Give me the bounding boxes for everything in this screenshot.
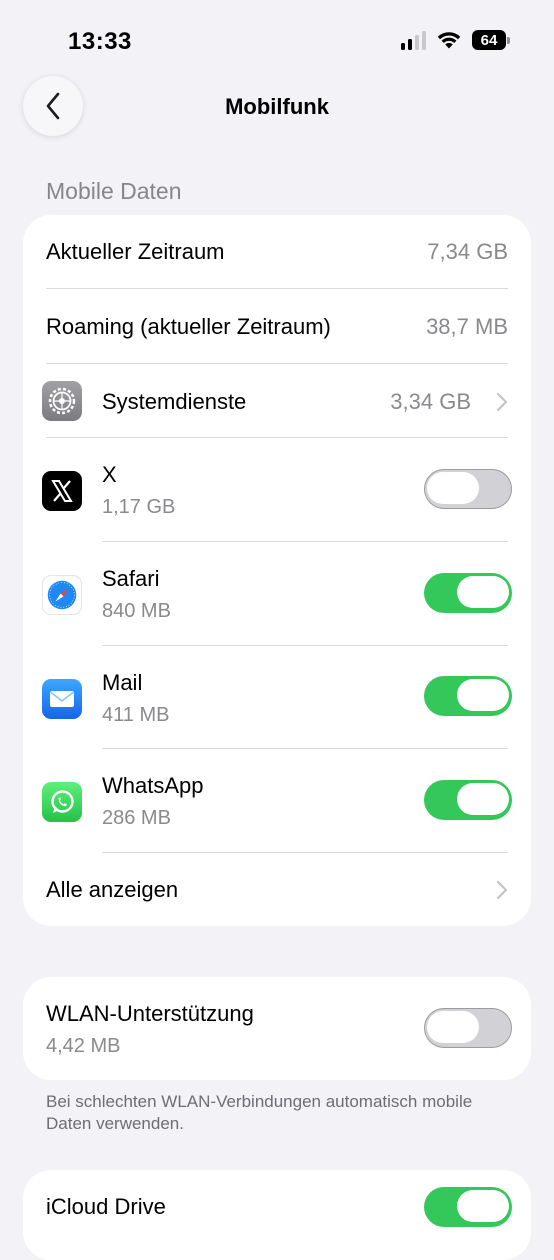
status-icons: 64 <box>401 30 510 50</box>
app-name: WhatsApp <box>102 773 204 798</box>
chevron-right-icon <box>496 880 508 900</box>
app-row-whatsapp: WhatsApp 286 MB <box>23 749 531 853</box>
status-time: 13:33 <box>68 28 132 55</box>
app-name: Safari <box>102 566 160 591</box>
roaming-row: Roaming (aktueller Zeitraum) 38,7 MB <box>23 289 531 364</box>
mail-app-icon <box>42 679 82 719</box>
current-period-value: 7,34 GB <box>427 239 508 264</box>
app-row-mail: Mail 411 MB <box>23 646 531 749</box>
app-row-x: X 1,17 GB <box>23 438 531 542</box>
nav-bar: Mobilfunk <box>0 70 554 142</box>
chevron-right-icon <box>496 392 508 412</box>
gear-icon <box>42 381 82 421</box>
whatsapp-app-icon <box>42 782 82 822</box>
app-row-safari: Safari 840 MB <box>23 542 531 646</box>
page-title: Mobilfunk <box>225 94 329 119</box>
app-usage: 840 MB <box>102 600 171 622</box>
app-name: Mail <box>102 670 143 695</box>
wifi-assist-label: WLAN-Unterstützung <box>46 1001 254 1026</box>
x-toggle[interactable] <box>424 469 512 509</box>
wifi-assist-row: WLAN-Unterstützung 4,42 MB <box>23 977 531 1080</box>
battery-level: 64 <box>472 30 506 50</box>
mobile-data-card: Aktueller Zeitraum 7,34 GB Roaming (aktu… <box>23 215 531 926</box>
wifi-assist-footnote: Bei schlechten WLAN-Verbindungen automat… <box>46 1092 473 1133</box>
current-period-row: Aktueller Zeitraum 7,34 GB <box>23 215 531 289</box>
wifi-assist-usage: 4,42 MB <box>46 1035 121 1057</box>
roaming-value: 38,7 MB <box>426 314 508 339</box>
wifi-icon <box>437 32 461 49</box>
wifi-assist-toggle[interactable] <box>424 1008 512 1048</box>
system-services-value: 3,34 GB <box>390 389 471 414</box>
icloud-drive-label: iCloud Drive <box>46 1194 166 1219</box>
cellular-signal-icon <box>401 30 426 50</box>
icloud-drive-row: iCloud Drive <box>23 1170 531 1260</box>
system-services-label: Systemdienste <box>102 389 247 414</box>
icloud-drive-toggle[interactable] <box>424 1187 512 1227</box>
safari-app-icon <box>42 575 82 615</box>
app-usage: 411 MB <box>102 704 170 726</box>
status-bar: 13:33 64 <box>0 0 554 70</box>
x-app-icon <box>42 471 82 511</box>
show-all-row[interactable]: Alle anzeigen <box>23 853 531 926</box>
section-header-mobile-data: Mobile Daten <box>46 178 182 204</box>
battery-icon: 64 <box>472 30 510 50</box>
app-name: X <box>102 462 117 487</box>
roaming-label: Roaming (aktueller Zeitraum) <box>46 314 331 339</box>
current-period-label: Aktueller Zeitraum <box>46 239 225 264</box>
whatsapp-toggle[interactable] <box>424 780 512 820</box>
app-usage: 1,17 GB <box>102 496 176 518</box>
app-usage: 286 MB <box>102 807 171 829</box>
icloud-drive-card: iCloud Drive <box>23 1170 531 1260</box>
mail-toggle[interactable] <box>424 676 512 716</box>
safari-toggle[interactable] <box>424 573 512 613</box>
system-services-row[interactable]: Systemdienste 3,34 GB <box>23 364 531 438</box>
wifi-assist-card: WLAN-Unterstützung 4,42 MB <box>23 977 531 1080</box>
show-all-label: Alle anzeigen <box>46 877 179 902</box>
